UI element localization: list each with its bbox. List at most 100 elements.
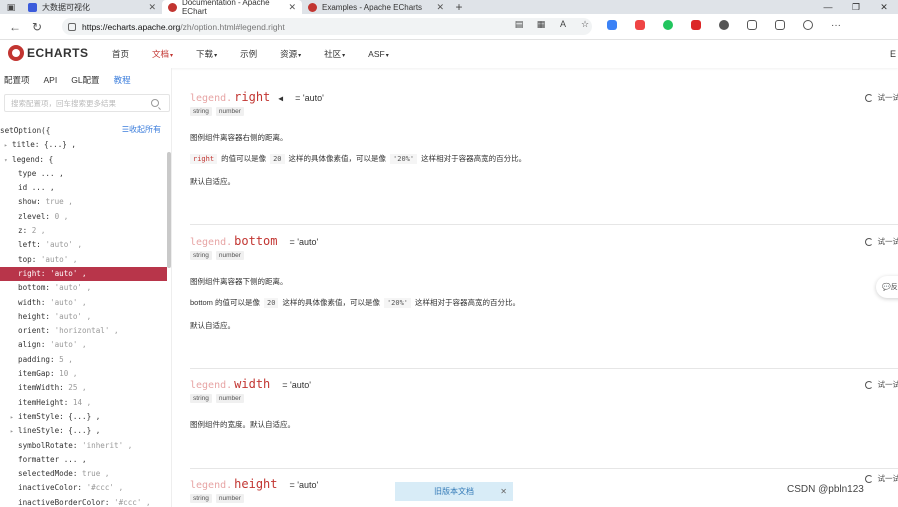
tree-item[interactable]: show: true , xyxy=(0,195,167,209)
back-icon[interactable]: ← xyxy=(4,20,26,34)
refresh-icon[interactable]: ↻ xyxy=(26,20,48,34)
new-tab-icon[interactable]: + xyxy=(450,0,468,14)
chevron-right-icon[interactable]: ▸ xyxy=(4,139,12,153)
tree-item-key: z: xyxy=(18,226,32,236)
sidebar-scrollbar[interactable] xyxy=(167,152,171,268)
close-window-icon[interactable]: ✕ xyxy=(870,0,898,14)
tree-item[interactable]: bottom: 'auto' , xyxy=(0,281,167,295)
tree-item-key: right: xyxy=(18,268,51,278)
tree-item[interactable]: ▸ itemStyle: {...} , xyxy=(0,410,167,424)
option-title: legend. width = 'auto' xyxy=(190,377,311,391)
language-switch[interactable]: E xyxy=(890,49,896,59)
extension-icon[interactable] xyxy=(598,20,626,31)
tree-item[interactable]: inactiveColor: '#ccc' , xyxy=(0,481,167,495)
window-menu-icon[interactable]: ▣ xyxy=(0,0,22,14)
chevron-down-icon[interactable]: ▾ xyxy=(4,154,12,168)
tree-item[interactable]: zlevel: 0 , xyxy=(0,210,167,224)
tree-item[interactable]: setOption({ xyxy=(0,124,167,138)
old-version-banner[interactable]: 旧版本文档 ✕ xyxy=(395,482,513,501)
tree-item[interactable]: align: 'auto' , xyxy=(0,338,167,352)
tree-item[interactable]: width: 'auto' , xyxy=(0,296,167,310)
tab-api[interactable]: API xyxy=(44,75,58,85)
divider xyxy=(190,224,898,225)
tree-item[interactable]: formatter ... , xyxy=(0,453,167,467)
nav-asf[interactable]: ASF▾ xyxy=(368,49,389,59)
tab-close-icon[interactable]: ✕ xyxy=(288,2,296,13)
tree-item-value: 10 , xyxy=(59,369,78,379)
chat-icon: 💬 xyxy=(882,284,891,291)
tree-item[interactable]: itemHeight: 14 , xyxy=(0,396,167,410)
close-icon[interactable]: ✕ xyxy=(500,487,507,496)
tree-item-value: 2 , xyxy=(31,226,46,236)
tree-item[interactable]: height: 'auto' , xyxy=(0,310,167,324)
browser-tab-bigdata[interactable]: 大数据可视化 ✕ xyxy=(22,0,162,14)
more-menu-icon[interactable]: ··· xyxy=(822,20,850,31)
tree-item[interactable]: left: 'auto' , xyxy=(0,238,167,252)
chevron-right-icon[interactable]: ▸ xyxy=(10,425,18,439)
search-icon[interactable] xyxy=(151,99,159,107)
collections-icon[interactable] xyxy=(766,20,794,31)
tree-item-key: itemStyle: {...} , xyxy=(18,411,101,421)
tree-item-key: title: {...} , xyxy=(12,140,77,150)
feedback-float-button[interactable]: 💬 反 xyxy=(876,276,898,298)
extension-icon[interactable] xyxy=(654,20,682,31)
chevron-down-icon: ▾ xyxy=(342,53,346,59)
nav-examples[interactable]: 示例 xyxy=(240,48,257,60)
try-it-button[interactable]: 试一试 xyxy=(864,379,898,390)
favorites-icon[interactable] xyxy=(738,20,766,31)
divider xyxy=(190,368,898,369)
echarts-logo-icon xyxy=(8,45,24,61)
tree-item[interactable]: itemWidth: 25 , xyxy=(0,381,167,395)
tree-item[interactable]: ▾ legend: { xyxy=(0,153,167,167)
qr-code-icon[interactable]: ▦ xyxy=(530,19,552,30)
tree-item[interactable]: symbolRotate: 'inherit' , xyxy=(0,439,167,453)
tree-item-key: setOption({ xyxy=(0,126,51,135)
tab-close-icon[interactable]: ✕ xyxy=(148,2,156,13)
profile-icon[interactable] xyxy=(794,20,822,31)
option-section-bottom: legend. bottom = 'auto' string number 图例… xyxy=(190,234,898,330)
option-section-height: legend. height = 'auto' string number 试一… xyxy=(190,474,898,503)
tree-item[interactable]: top: 'auto' , xyxy=(0,253,167,267)
echarts-logo[interactable]: ECHARTS xyxy=(8,45,89,61)
nav-docs[interactable]: 文档▾ xyxy=(152,48,173,60)
tab-option[interactable]: 配置项 xyxy=(4,74,30,86)
try-it-button[interactable]: 试一试 xyxy=(864,236,898,247)
tree-item[interactable]: ▸ lineStyle: {...} , xyxy=(0,424,167,438)
tree-item[interactable]: orient: 'horizontal' , xyxy=(0,324,167,338)
tree-item[interactable]: right: 'auto' , xyxy=(0,266,167,282)
extension-icon[interactable] xyxy=(626,20,654,31)
option-search-input[interactable]: 搜索配置项，回车搜索更多结果 xyxy=(4,94,170,112)
tree-item[interactable]: z: 2 , xyxy=(0,224,167,238)
tree-item[interactable]: selectedMode: true , xyxy=(0,467,167,481)
lock-icon xyxy=(68,22,76,31)
nav-resources[interactable]: 资源▾ xyxy=(280,48,301,60)
try-it-button[interactable]: 试一试 xyxy=(864,473,898,484)
nav-home[interactable]: 首页 xyxy=(112,48,129,60)
try-it-button[interactable]: 试一试 xyxy=(864,92,898,103)
browser-tab-documentation[interactable]: Documentation - Apache EChart ✕ xyxy=(162,0,302,16)
tree-item[interactable]: type ... , xyxy=(0,167,167,181)
tree-item-key: legend: { xyxy=(12,154,54,164)
nav-community[interactable]: 社区▾ xyxy=(324,48,345,60)
minimize-icon[interactable]: — xyxy=(814,0,842,14)
maximize-icon[interactable]: ❐ xyxy=(842,0,870,14)
tree-item[interactable]: padding: 5 , xyxy=(0,353,167,367)
extension-icon[interactable] xyxy=(710,20,738,31)
read-mode-icon[interactable]: ▤ xyxy=(508,19,530,30)
tab-gl-option[interactable]: GL配置 xyxy=(71,74,99,86)
refresh-icon xyxy=(864,474,873,483)
favorite-star-icon[interactable]: ☆ xyxy=(574,19,596,30)
read-aloud-icon[interactable]: A xyxy=(552,19,574,30)
tab-close-icon[interactable]: ✕ xyxy=(436,2,444,13)
tree-item[interactable]: ▸ title: {...} , xyxy=(0,138,167,152)
tree-item[interactable]: inactiveBorderColor: '#ccc' , xyxy=(0,496,167,507)
tree-item-key: left: xyxy=(18,240,46,250)
tab-tutorial[interactable]: 教程 xyxy=(114,74,131,86)
browser-tab-examples[interactable]: Examples - Apache ECharts ✕ xyxy=(302,0,450,14)
tree-item-key: orient: xyxy=(18,326,55,336)
nav-download[interactable]: 下载▾ xyxy=(196,48,217,60)
extension-icon[interactable] xyxy=(682,20,710,31)
tree-item[interactable]: id ... , xyxy=(0,181,167,195)
tree-item[interactable]: itemGap: 10 , xyxy=(0,367,167,381)
chevron-right-icon[interactable]: ▸ xyxy=(10,411,18,425)
